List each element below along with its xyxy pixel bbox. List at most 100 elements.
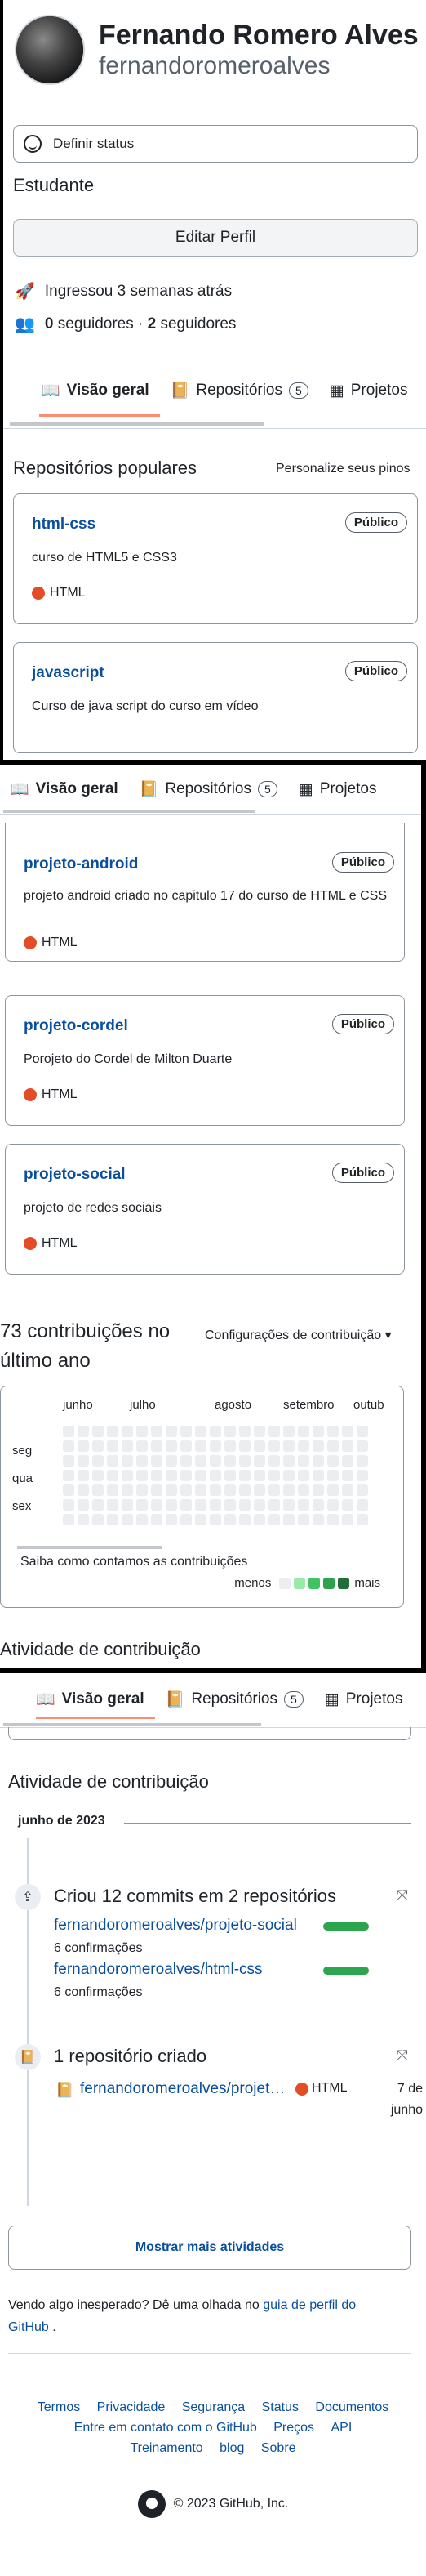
contribution-settings-dropdown[interactable]: Configurações de contribuição ▾ [205,1327,392,1343]
calendar-day-cell[interactable] [78,1440,89,1452]
tabs-scrollbar[interactable] [10,422,264,426]
calendar-day-cell[interactable] [151,1440,162,1452]
repo-name-link[interactable]: html-css [32,516,95,534]
calendar-day-cell[interactable] [136,1484,148,1496]
calendar-day-cell[interactable] [210,1440,221,1452]
repo-name-link[interactable]: projeto-cordel [24,1017,128,1035]
footer-link[interactable]: Entre em contato com o GitHub [74,2421,257,2435]
calendar-day-cell[interactable] [122,1440,133,1452]
footer-link[interactable]: Documentos [315,2400,388,2414]
calendar-day-cell[interactable] [195,1499,206,1511]
footer-link[interactable]: Preços [273,2421,314,2435]
footer-link[interactable]: API [331,2421,353,2435]
calendar-day-cell[interactable] [151,1484,162,1496]
calendar-day-cell[interactable] [136,1440,148,1452]
calendar-day-cell[interactable] [180,1484,192,1496]
footer-link[interactable]: Privacidade [97,2400,166,2414]
calendar-day-cell[interactable] [166,1470,177,1481]
calendar-day-cell[interactable] [239,1440,251,1452]
footer-link[interactable]: blog [220,2441,244,2455]
calendar-day-cell[interactable] [327,1470,339,1481]
calendar-day-cell[interactable] [107,1484,118,1496]
footer-link[interactable]: Treinamento [130,2441,202,2455]
calendar-day-cell[interactable] [63,1499,74,1511]
calendar-day-cell[interactable] [283,1484,295,1496]
calendar-day-cell[interactable] [210,1514,221,1525]
calendar-day-cell[interactable] [298,1426,309,1437]
calendar-day-cell[interactable] [63,1514,74,1525]
tab-projects[interactable]: ▦ Projetos [330,382,408,400]
calendar-day-cell[interactable] [122,1484,133,1496]
repo-name-link[interactable]: projeto-social [24,1166,126,1184]
calendar-day-cell[interactable] [210,1499,221,1511]
calendar-day-cell[interactable] [224,1499,236,1511]
calendar-day-cell[interactable] [210,1470,221,1481]
contribution-help-link[interactable]: Saiba como contamos as contribuições [20,1555,247,1569]
calendar-day-cell[interactable] [151,1499,162,1511]
calendar-day-cell[interactable] [180,1470,192,1481]
calendar-day-cell[interactable] [78,1484,89,1496]
calendar-day-cell[interactable] [357,1484,368,1496]
calendar-day-cell[interactable] [151,1470,162,1481]
calendar-day-cell[interactable] [78,1455,89,1467]
calendar-day-cell[interactable] [122,1455,133,1467]
calendar-day-cell[interactable] [107,1499,118,1511]
footer-link[interactable]: Status [262,2400,299,2414]
calendar-day-cell[interactable] [122,1470,133,1481]
expand-icon[interactable]: ⤧ [397,1887,408,1904]
calendar-day-cell[interactable] [357,1499,368,1511]
calendar-day-cell[interactable] [92,1440,104,1452]
calendar-day-cell[interactable] [313,1440,324,1452]
calendar-day-cell[interactable] [210,1426,221,1437]
calendar-day-cell[interactable] [313,1514,324,1525]
calendar-day-cell[interactable] [327,1426,339,1437]
calendar-day-cell[interactable] [136,1455,148,1467]
customize-pins-link[interactable]: Personalize seus pinos [276,462,410,476]
calendar-day-cell[interactable] [195,1426,206,1437]
calendar-day-cell[interactable] [283,1499,295,1511]
calendar-day-cell[interactable] [180,1440,192,1452]
calendar-day-cell[interactable] [254,1455,265,1467]
calendar-day-cell[interactable] [254,1514,265,1525]
calendar-day-cell[interactable] [195,1440,206,1452]
tab-overview[interactable]: 📖 Visão geral [10,779,118,799]
calendar-day-cell[interactable] [63,1426,74,1437]
calendar-day-cell[interactable] [122,1514,133,1525]
calendar-day-cell[interactable] [254,1470,265,1481]
calendar-day-cell[interactable] [195,1470,206,1481]
calendar-day-cell[interactable] [254,1499,265,1511]
calendar-day-cell[interactable] [78,1514,89,1525]
calendar-day-cell[interactable] [151,1426,162,1437]
calendar-day-cell[interactable] [283,1514,295,1525]
calendar-day-cell[interactable] [313,1455,324,1467]
calendar-day-cell[interactable] [63,1484,74,1496]
calendar-day-cell[interactable] [357,1514,368,1525]
calendar-day-cell[interactable] [107,1514,118,1525]
calendar-day-cell[interactable] [122,1426,133,1437]
calendar-day-cell[interactable] [239,1499,251,1511]
calendar-day-cell[interactable] [254,1426,265,1437]
footer-link[interactable]: Segurança [182,2400,245,2414]
calendar-day-cell[interactable] [357,1426,368,1437]
calendar-day-cell[interactable] [342,1499,353,1511]
calendar-day-cell[interactable] [268,1514,280,1525]
calendar-day-cell[interactable] [107,1426,118,1437]
calendar-day-cell[interactable] [298,1455,309,1467]
calendar-day-cell[interactable] [254,1440,265,1452]
calendar-scrollbar[interactable] [17,1546,162,1549]
calendar-day-cell[interactable] [313,1499,324,1511]
calendar-day-cell[interactable] [342,1514,353,1525]
calendar-day-cell[interactable] [268,1426,280,1437]
calendar-day-cell[interactable] [224,1426,236,1437]
calendar-day-cell[interactable] [268,1484,280,1496]
tab-projects[interactable]: ▦ Projetos [299,780,377,799]
calendar-day-cell[interactable] [166,1440,177,1452]
calendar-day-cell[interactable] [254,1484,265,1496]
calendar-day-cell[interactable] [239,1426,251,1437]
calendar-day-cell[interactable] [166,1499,177,1511]
calendar-day-cell[interactable] [342,1426,353,1437]
calendar-day-cell[interactable] [63,1470,74,1481]
calendar-day-cell[interactable] [239,1455,251,1467]
calendar-day-cell[interactable] [357,1455,368,1467]
calendar-day-cell[interactable] [283,1426,295,1437]
